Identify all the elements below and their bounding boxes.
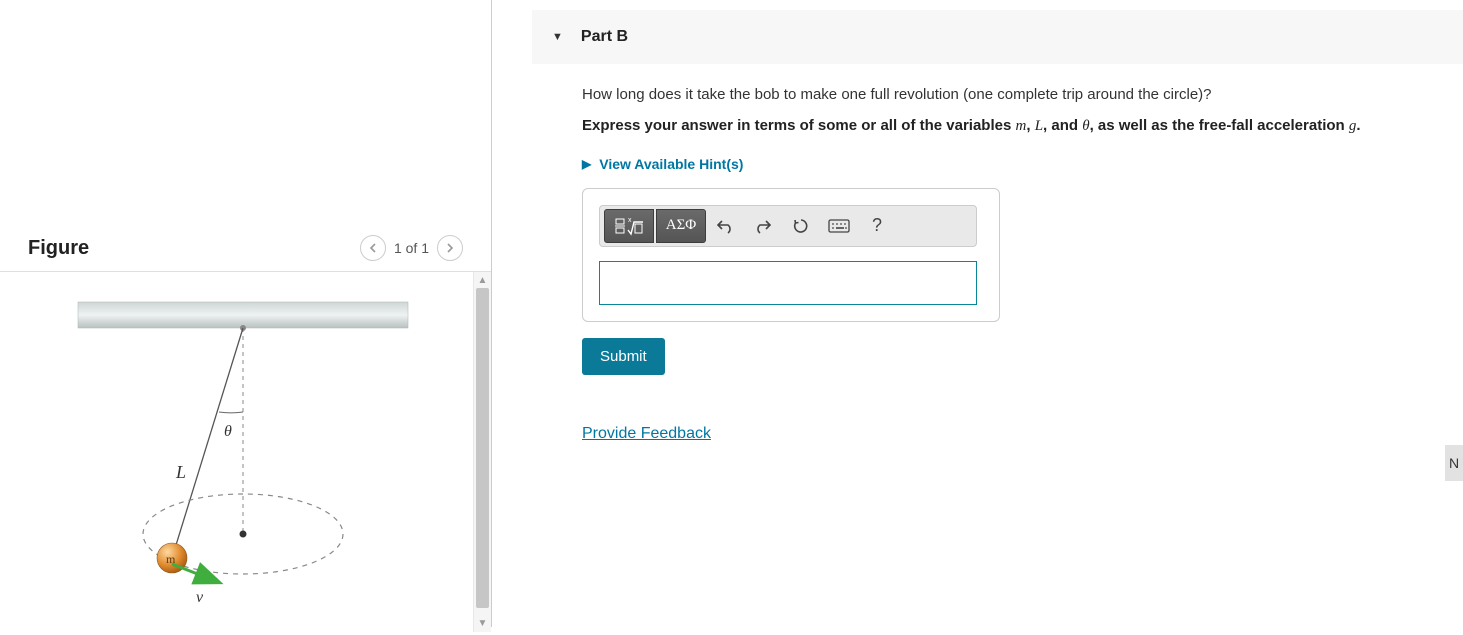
undo-icon [716,218,734,234]
theta-label: θ [224,423,232,440]
scroll-track[interactable] [474,288,491,616]
greek-button[interactable]: ΑΣΦ [656,209,706,243]
pendulum-figure: θ L m v⃗ [0,272,470,632]
reset-button[interactable] [782,209,820,243]
figure-scrollbar[interactable]: ▲ ▼ [473,272,491,632]
chevron-right-icon [445,243,455,253]
v-label: v⃗ [196,589,216,606]
part-header[interactable]: ▼ Part B [532,10,1463,64]
redo-icon [754,218,772,234]
part-title: Part B [581,28,628,46]
scroll-thumb[interactable] [476,288,489,608]
figure-prev-button[interactable] [360,235,386,261]
figure-panel: Figure 1 of 1 [0,0,492,627]
figure-nav-counter: 1 of 1 [394,240,429,256]
scroll-down-icon[interactable]: ▼ [478,618,488,629]
question-panel: ▼ Part B How long does it take the bob t… [492,0,1463,627]
greek-label: ΑΣΦ [666,217,697,234]
hints-label: View Available Hint(s) [599,156,743,172]
sep1: , [1026,117,1034,134]
figure-next-button[interactable] [437,235,463,261]
equation-toolbar: x ΑΣΦ [599,205,977,247]
figure-title: Figure [28,237,89,260]
chevron-left-icon [368,243,378,253]
question-area: How long does it take the bob to make on… [532,64,1463,443]
hints-toggle[interactable]: ▶ View Available Hint(s) [582,156,1443,172]
caret-down-icon: ▼ [552,31,563,43]
figure-header: Figure 1 of 1 [0,225,491,272]
next-stub[interactable]: N [1445,445,1463,481]
answer-input[interactable] [599,261,977,305]
provide-feedback-link[interactable]: Provide Feedback [582,425,711,443]
figure-canvas: θ L m v⃗ [0,272,473,632]
express-prefix: Express your answer in terms of some or … [582,117,1016,134]
question-text: How long does it take the bob to make on… [582,84,1443,105]
figure-nav: 1 of 1 [360,235,463,261]
redo-button[interactable] [744,209,782,243]
keyboard-button[interactable] [820,209,858,243]
svg-text:x: x [628,217,632,224]
var-m: m [1016,118,1027,134]
var-l: L [1035,118,1043,134]
figure-body: θ L m v⃗ ▲ [0,272,491,632]
templates-button[interactable]: x [604,209,654,243]
sep2: , and [1043,117,1082,134]
submit-button[interactable]: Submit [582,338,665,375]
express-suffix: . [1356,117,1360,134]
var-theta: θ [1082,118,1089,134]
reset-icon [792,217,810,235]
help-icon: ? [872,215,882,236]
scroll-up-icon[interactable]: ▲ [478,275,488,286]
undo-button[interactable] [706,209,744,243]
caret-right-icon: ▶ [582,157,591,171]
express-instructions: Express your answer in terms of some or … [582,115,1443,138]
l-label: L [175,462,186,482]
help-button[interactable]: ? [858,209,896,243]
fraction-root-icon: x [614,216,644,236]
keyboard-icon [828,219,850,233]
express-mid: , as well as the free-fall acceleration [1090,117,1349,134]
answer-box: x ΑΣΦ [582,188,1000,322]
